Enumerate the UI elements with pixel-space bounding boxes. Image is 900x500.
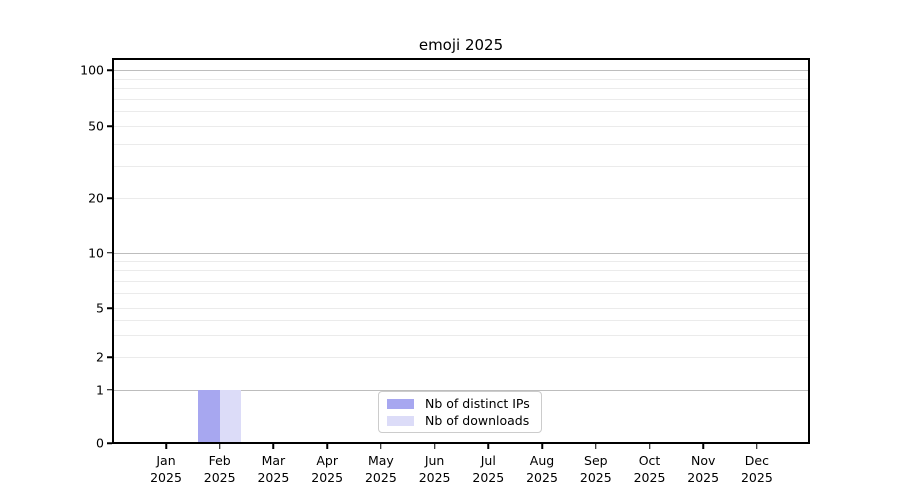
x-tick-mark — [702, 444, 704, 449]
y-tick-label: 5 — [96, 300, 104, 316]
minor-gridline — [114, 143, 808, 145]
minor-gridline — [114, 357, 808, 358]
y-tick-label: 50 — [88, 118, 104, 134]
x-tick-mark — [541, 444, 543, 449]
minor-gridline — [114, 166, 808, 168]
x-tick-mark — [433, 444, 436, 449]
minor-gridline — [114, 98, 808, 100]
legend-swatch — [387, 415, 414, 426]
minor-gridline — [114, 335, 808, 337]
plot-inner — [114, 60, 808, 442]
chart-figure: emoji 2025 Nb of distinct IPs Nb of downl… — [0, 0, 900, 500]
x-tick-mark — [272, 444, 275, 449]
legend-entry: Nb of distinct IPs — [387, 396, 533, 411]
minor-gridline — [114, 111, 808, 113]
minor-gridline — [114, 126, 808, 127]
minor-gridline — [114, 198, 808, 199]
minor-gridline — [114, 78, 808, 80]
x-tick-mark — [165, 444, 167, 449]
x-tick-mark — [380, 444, 382, 449]
y-tick-mark — [107, 388, 112, 391]
plot-area: Nb of distinct IPs Nb of downloads — [112, 58, 810, 444]
minor-gridline — [114, 319, 808, 321]
x-tick-mark — [218, 444, 221, 449]
x-tick-mark — [487, 444, 490, 449]
major-gridline — [114, 252, 808, 254]
x-tick-mark — [595, 444, 597, 449]
minor-gridline — [114, 88, 808, 89]
x-tick-mark — [326, 444, 328, 449]
y-tick-mark — [107, 251, 112, 254]
major-gridline — [114, 70, 808, 71]
y-tick-mark — [107, 197, 112, 199]
minor-gridline — [114, 270, 808, 272]
minor-gridline — [114, 293, 808, 295]
y-tick-mark — [107, 307, 112, 309]
minor-gridline — [114, 260, 808, 262]
x-tick-mark — [648, 444, 651, 449]
x-tick-mark — [756, 444, 758, 449]
legend: Nb of distinct IPs Nb of downloads — [378, 391, 542, 433]
y-tick-label: 1 — [96, 382, 104, 397]
bar-downloads — [219, 389, 242, 442]
minor-gridline — [114, 308, 808, 309]
x-tick-label: Dec 2025 — [740, 453, 773, 485]
y-axis: 0 1 2 5 10 20 50 100 — [0, 58, 112, 451]
chart-title: emoji 2025 — [418, 36, 504, 54]
y-tick-label: 10 — [88, 245, 104, 260]
x-axis: Jan 2025 Feb 2025 Mar 2025 Apr 2025 May 2025… — [0, 444, 900, 490]
bar-distinct-ips — [198, 389, 220, 442]
legend-swatch — [387, 398, 414, 409]
y-tick-mark — [107, 356, 112, 358]
y-tick-mark — [107, 125, 112, 127]
legend-label: Nb of distinct IPs — [425, 396, 530, 411]
y-tick-label: 100 — [80, 62, 104, 78]
legend-label: Nb of downloads — [425, 413, 530, 428]
y-tick-label: 2 — [96, 349, 104, 365]
minor-gridline — [114, 281, 808, 283]
y-tick-mark — [107, 69, 112, 71]
y-tick-label: 20 — [88, 190, 104, 206]
legend-entry: Nb of downloads — [387, 413, 533, 428]
